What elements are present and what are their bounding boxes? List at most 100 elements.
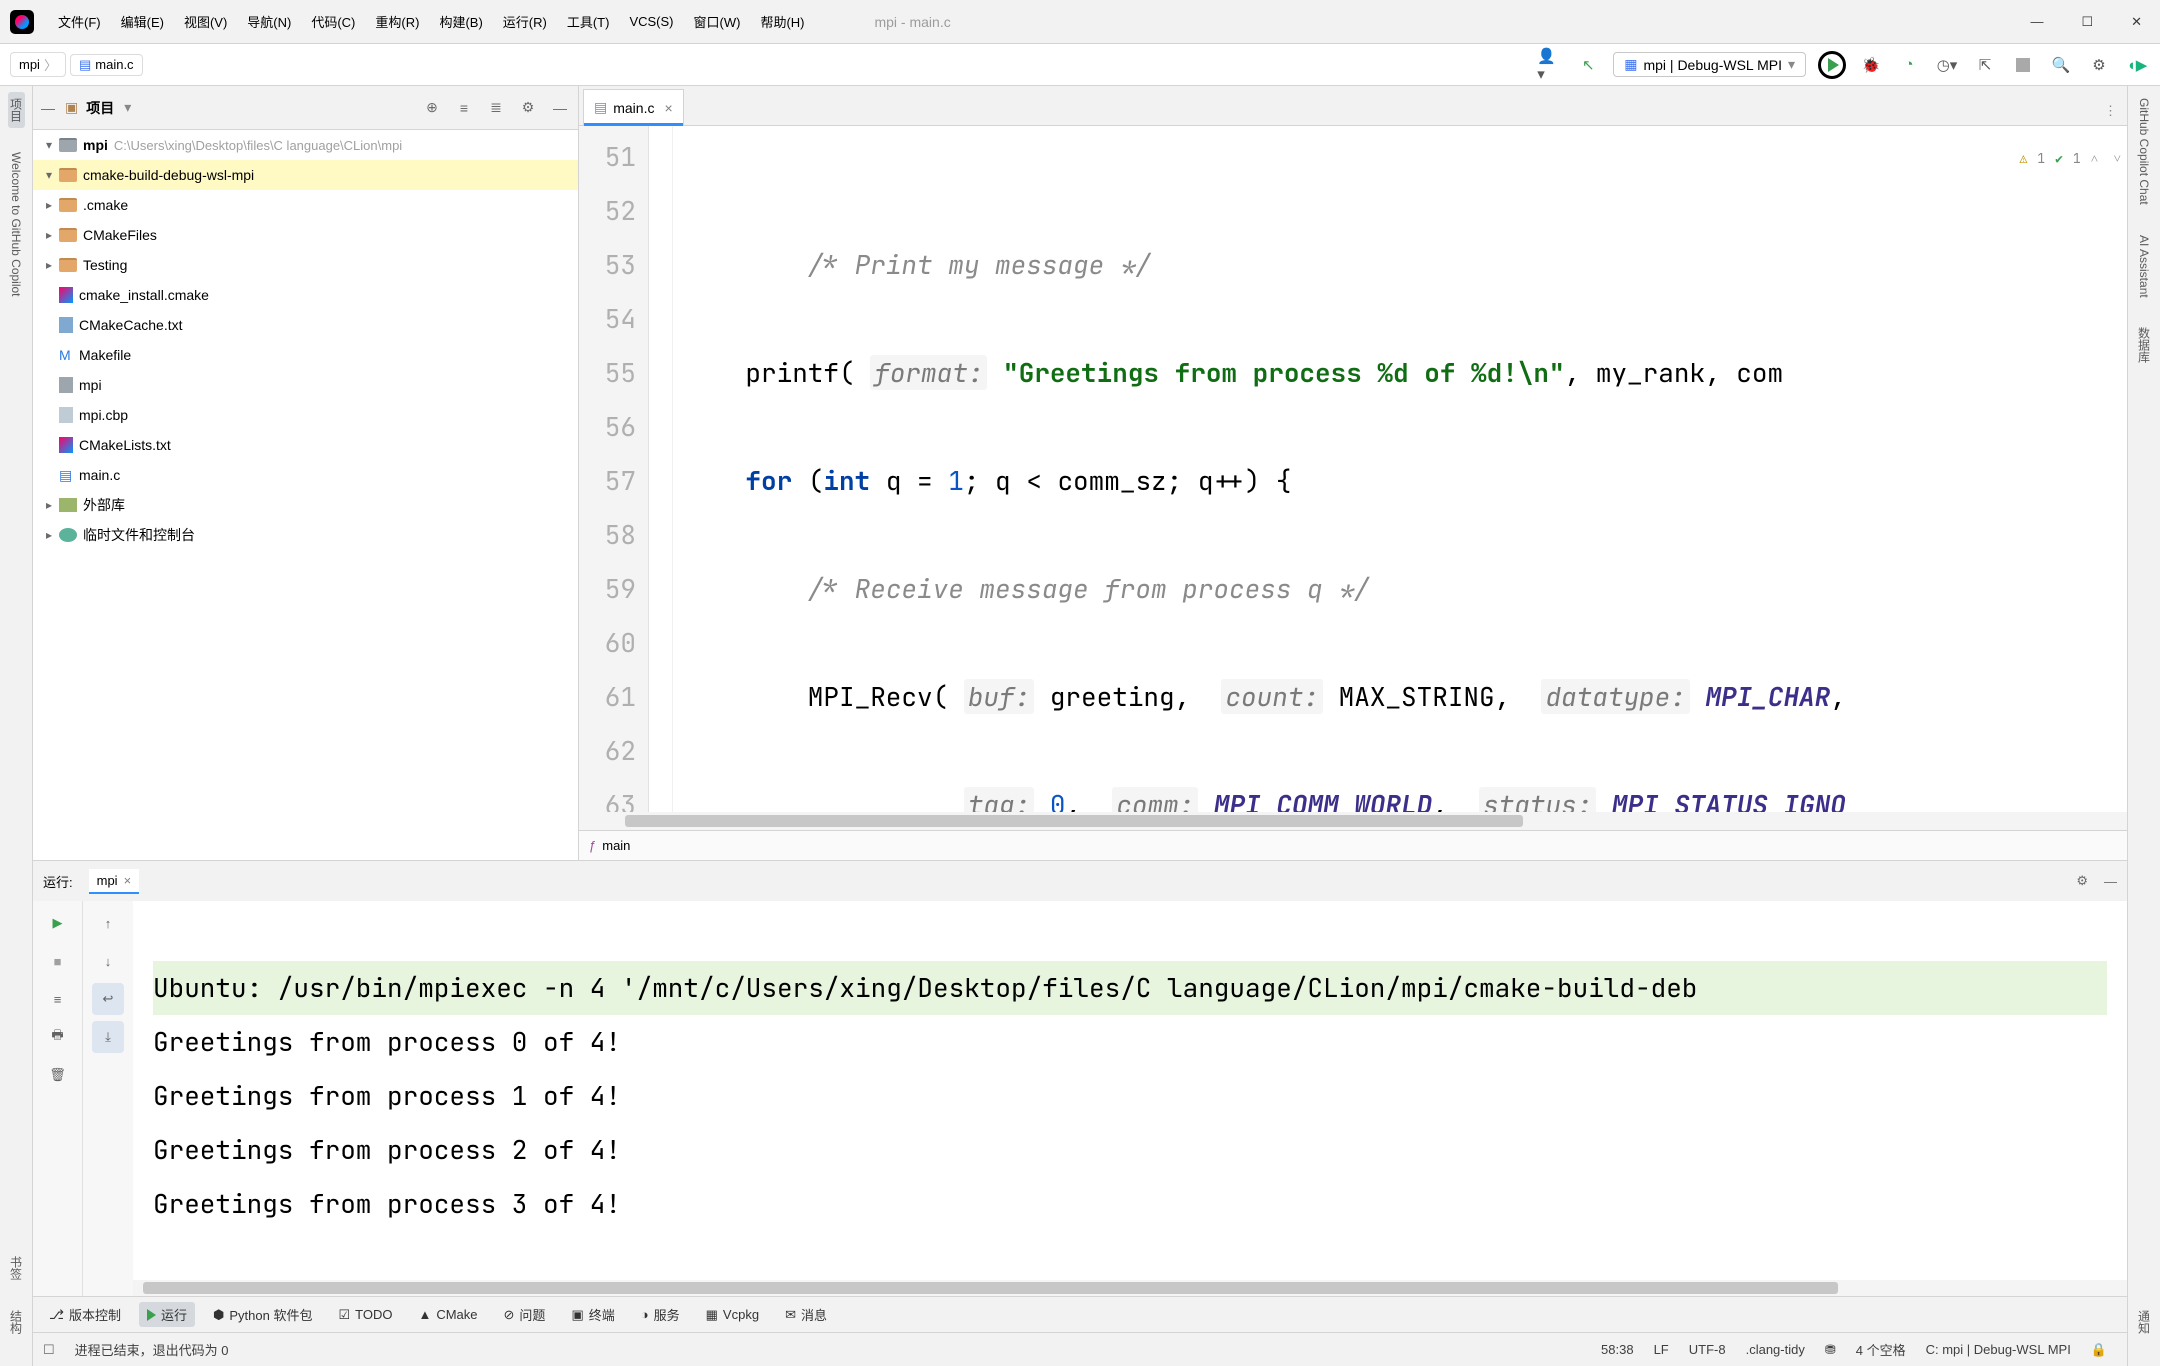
- breadcrumb-root[interactable]: mpi〉: [10, 52, 66, 77]
- run-tab-mpi[interactable]: mpi×: [89, 869, 140, 894]
- status-indent[interactable]: 4 个空格: [1846, 1340, 1916, 1359]
- profile-button[interactable]: ◷▾: [1934, 52, 1960, 78]
- right-tool-notif[interactable]: 通知: [2136, 1304, 2153, 1340]
- menu-run[interactable]: 运行(R): [493, 8, 557, 35]
- tree-file-mpi-exe[interactable]: ·mpi: [33, 370, 578, 400]
- panel-toggle-icon[interactable]: —: [39, 100, 57, 116]
- menu-window[interactable]: 窗口(W): [684, 8, 751, 35]
- left-tool-welcome[interactable]: Welcome to GitHub Copilot: [9, 146, 23, 303]
- tree-folder-testing[interactable]: ▸Testing: [33, 250, 578, 280]
- status-context[interactable]: C: mpi | Debug-WSL MPI: [1916, 1342, 2081, 1357]
- coverage-button[interactable]: ◔: [1896, 52, 1922, 78]
- breadcrumb-file[interactable]: ▤main.c: [70, 54, 143, 76]
- code-editor[interactable]: 51525354555657585960616263 ⚠1 ✔1 ˄ ˅ /* …: [579, 126, 2127, 812]
- panel-settings-icon[interactable]: ⚙: [516, 99, 540, 116]
- tree-build-dir[interactable]: ▾ cmake-build-debug-wsl-mpi: [33, 160, 578, 190]
- console-output[interactable]: Ubuntu: /usr/bin/mpiexec -n 4 '/mnt/c/Us…: [133, 901, 2127, 1280]
- panel-mode-chevron-icon[interactable]: ▾: [124, 99, 131, 116]
- fold-column[interactable]: [649, 126, 673, 812]
- close-tab-icon[interactable]: ×: [664, 100, 672, 116]
- close-run-tab-icon[interactable]: ×: [124, 873, 132, 888]
- panel-hide-icon[interactable]: —: [548, 100, 572, 116]
- tool-terminal[interactable]: ▣终端: [563, 1302, 622, 1327]
- expand-all-icon[interactable]: ≡: [452, 100, 476, 116]
- tree-folder-cmake[interactable]: ▸.cmake: [33, 190, 578, 220]
- stop-button[interactable]: [2010, 52, 2036, 78]
- lock-icon[interactable]: 🔒: [2081, 1342, 2117, 1358]
- hide-run-icon[interactable]: —: [2104, 874, 2117, 889]
- run-button[interactable]: [1818, 51, 1846, 79]
- tool-windows-icon[interactable]: ☐: [43, 1342, 65, 1358]
- tree-file-cmakecache[interactable]: ·CMakeCache.txt: [33, 310, 578, 340]
- menu-file[interactable]: 文件(F): [48, 8, 111, 35]
- status-position[interactable]: 58:38: [1591, 1342, 1644, 1357]
- right-tool-chat[interactable]: GitHub Copilot Chat: [2137, 92, 2151, 211]
- tree-file-makefile[interactable]: ·MMakefile: [33, 340, 578, 370]
- scroll-up-icon[interactable]: ↑: [92, 907, 124, 939]
- collapse-all-icon[interactable]: ≣: [484, 99, 508, 116]
- left-tool-structure[interactable]: 结构: [8, 1304, 25, 1340]
- menu-help[interactable]: 帮助(H): [750, 8, 814, 35]
- right-tool-db[interactable]: 数据库: [2136, 321, 2153, 369]
- tool-vcpkg[interactable]: ▦Vcpkg: [698, 1304, 767, 1326]
- status-lineend[interactable]: LF: [1644, 1342, 1679, 1357]
- right-tool-ai[interactable]: AI Assistant: [2137, 229, 2151, 304]
- left-tool-project[interactable]: 项目: [8, 92, 25, 128]
- tool-todo[interactable]: ☑TODO: [330, 1304, 400, 1326]
- console-horizontal-scrollbar[interactable]: [133, 1280, 2127, 1296]
- run-print-button[interactable]: 🖶: [42, 1021, 74, 1053]
- menu-view[interactable]: 视图(V): [174, 8, 237, 35]
- build-hammer-icon[interactable]: ↖: [1575, 52, 1601, 78]
- locate-icon[interactable]: ⊕: [420, 99, 444, 116]
- editor-tab-mainc[interactable]: ▤ main.c ×: [583, 89, 684, 125]
- tool-vcs[interactable]: ⎇版本控制: [41, 1302, 129, 1327]
- copilot-icon[interactable]: ◖▶: [2124, 52, 2150, 78]
- editor-horizontal-scrollbar[interactable]: [579, 812, 2127, 830]
- tree-root[interactable]: ▾ mpi C:\Users\xing\Desktop\files\C lang…: [33, 130, 578, 160]
- tool-python[interactable]: ⬢Python 软件包: [205, 1302, 320, 1327]
- maximize-button[interactable]: ☐: [2081, 14, 2093, 30]
- scroll-down-icon[interactable]: ↓: [92, 945, 124, 977]
- project-panel-title[interactable]: 项目: [86, 98, 114, 118]
- status-linter[interactable]: .clang-tidy: [1736, 1342, 1815, 1357]
- tool-problems[interactable]: ⊘问题: [496, 1302, 554, 1327]
- menu-code[interactable]: 代码(C): [301, 8, 365, 35]
- search-everywhere-icon[interactable]: 🔍: [2048, 52, 2074, 78]
- left-tool-bookmark[interactable]: 书签: [8, 1250, 25, 1286]
- menu-nav[interactable]: 导航(N): [237, 8, 301, 35]
- menu-build[interactable]: 构建(B): [429, 8, 492, 35]
- status-mem-icon[interactable]: ⛃: [1815, 1342, 1846, 1358]
- run-stop-button[interactable]: ■: [42, 945, 74, 977]
- status-encoding[interactable]: UTF-8: [1679, 1342, 1736, 1357]
- tree-folder-cmakefiles[interactable]: ▸CMakeFiles: [33, 220, 578, 250]
- tree-file-mpicbp[interactable]: ·mpi.cbp: [33, 400, 578, 430]
- debug-button[interactable]: 🐞: [1858, 52, 1884, 78]
- run-layout-button[interactable]: ≡: [42, 983, 74, 1015]
- tool-cmake[interactable]: ▲CMake: [410, 1304, 485, 1325]
- attach-button[interactable]: ⇱: [1972, 52, 1998, 78]
- menu-vcs[interactable]: VCS(S): [619, 10, 683, 33]
- settings-gear-icon[interactable]: ⚙: [2086, 52, 2112, 78]
- rerun-button[interactable]: ▶: [42, 907, 74, 939]
- run-config-selector[interactable]: ▦ mpi | Debug-WSL MPI ▾: [1613, 52, 1806, 77]
- tree-scratches[interactable]: ▸临时文件和控制台: [33, 520, 578, 550]
- run-delete-button[interactable]: 🗑: [42, 1059, 74, 1091]
- tree-file-mainc[interactable]: ·▤main.c: [33, 460, 578, 490]
- inspection-widget[interactable]: ⚠1 ✔1 ˄ ˅: [2019, 132, 2121, 186]
- minimize-button[interactable]: —: [2030, 14, 2043, 30]
- breadcrumb-function[interactable]: main: [602, 838, 630, 853]
- menu-edit[interactable]: 编辑(E): [111, 8, 174, 35]
- tree-external-libs[interactable]: ▸外部库: [33, 490, 578, 520]
- tool-services[interactable]: ◑服务: [633, 1302, 688, 1327]
- tool-messages[interactable]: ✉消息: [777, 1302, 835, 1327]
- tree-file-cmakelists[interactable]: ·CMakeLists.txt: [33, 430, 578, 460]
- tree-file-cmake-install[interactable]: ·cmake_install.cmake: [33, 280, 578, 310]
- tool-run[interactable]: 运行: [139, 1302, 195, 1327]
- menu-refactor[interactable]: 重构(R): [365, 8, 429, 35]
- run-settings-icon[interactable]: ⚙: [2076, 873, 2088, 889]
- add-user-icon[interactable]: 👤▾: [1537, 52, 1563, 78]
- soft-wrap-icon[interactable]: ↩: [92, 983, 124, 1015]
- close-button[interactable]: ✕: [2131, 14, 2142, 30]
- scroll-to-end-icon[interactable]: ⤓: [92, 1021, 124, 1053]
- editor-more-icon[interactable]: ⋮: [2094, 97, 2127, 125]
